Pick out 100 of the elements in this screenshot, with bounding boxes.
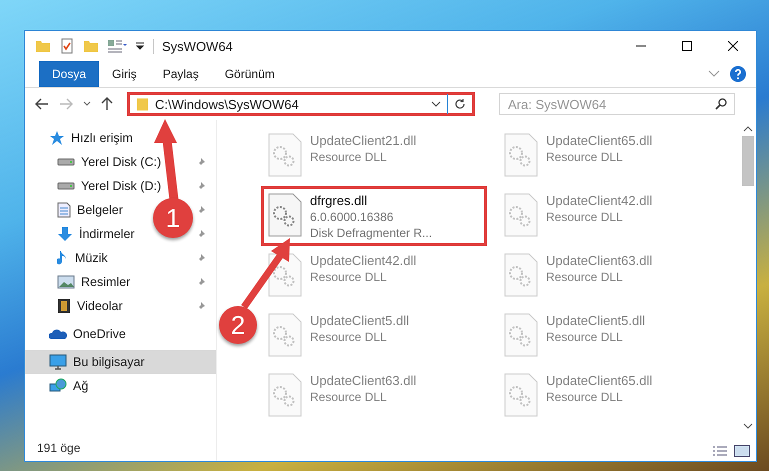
file-name: UpdateClient42.dll [310, 253, 416, 269]
dll-file-icon [268, 373, 302, 417]
file-name: UpdateClient5.dll [310, 313, 410, 329]
view-options-icon[interactable] [107, 38, 127, 54]
sidebar-item[interactable]: Videolar [25, 294, 129, 318]
sidebar-label: Müzik [75, 251, 108, 265]
back-arrow-icon[interactable] [35, 98, 49, 110]
down-chevron-icon[interactable] [742, 423, 752, 429]
file-detail: 6.0.6000.16386 [310, 209, 394, 225]
dll-file-icon [504, 313, 538, 357]
sidebar-label: Videolar [77, 299, 123, 313]
file-detail: Resource DLL [310, 329, 388, 345]
dll-file-icon [268, 313, 302, 357]
address-path: C:\Windows\SysWOW64 [155, 96, 300, 112]
file-name: UpdateClient21.dll [310, 133, 416, 149]
file-detail: Resource DLL [546, 149, 624, 165]
dll-file-icon [504, 373, 538, 417]
file-name: UpdateClient5.dll [546, 313, 646, 329]
sidebar-label: Ağ [73, 379, 88, 393]
file-item[interactable]: UpdateClient21.dll Resource DLL [261, 126, 487, 186]
file-name: UpdateClient65.dll [546, 373, 652, 389]
file-detail: Resource DLL [546, 209, 624, 225]
arrow [241, 238, 290, 310]
large-icons-view-icon[interactable] [734, 445, 750, 457]
caret-icon[interactable] [135, 41, 145, 51]
file-item[interactable]: UpdateClient42.dll Resource DLL [261, 246, 487, 306]
dll-file-icon [268, 193, 302, 237]
ribbon-tab[interactable]: Dosya [39, 61, 100, 87]
sidebar-label: Yerel Disk (C:) [81, 155, 162, 169]
sidebar-item[interactable]: Hızlı erişim [25, 126, 216, 150]
sidebar-item[interactable]: Yerel Disk (C:) [25, 150, 168, 174]
sidebar-item[interactable]: Yerel Disk (D:) [25, 174, 168, 198]
dll-file-icon [504, 133, 538, 177]
document-icon [57, 202, 71, 218]
window-title: SysWOW64 [153, 38, 233, 54]
up-arrow-icon[interactable] [101, 97, 113, 111]
sidebar-item[interactable]: Bu bilgisayar [25, 350, 216, 374]
address-bar[interactable]: C:\Windows\SysWOW64 [127, 92, 475, 116]
sidebar-item[interactable]: Resimler [25, 270, 136, 294]
film-icon [57, 298, 71, 314]
scrollbar-thumb[interactable] [742, 136, 754, 186]
up-chevron-icon[interactable] [742, 126, 752, 132]
down-arrow-icon [57, 226, 73, 242]
file-item[interactable]: UpdateClient65.dll Resource DLL [497, 126, 723, 186]
sidebar-label: OneDrive [73, 327, 126, 341]
file-detail: Resource DLL [310, 269, 388, 285]
cloud-icon [49, 328, 67, 340]
file-name: UpdateClient63.dll [310, 373, 416, 389]
music-note-icon [57, 250, 69, 266]
file-item[interactable]: UpdateClient65.dll Resource DLL [497, 366, 723, 426]
sidebar-item[interactable]: Ağ [25, 374, 216, 398]
close-icon[interactable] [728, 41, 738, 51]
sidebar-label: Hızlı erişim [71, 131, 133, 145]
ribbon-tab[interactable]: Giriş [99, 61, 150, 87]
sidebar-label: Resimler [81, 275, 130, 289]
sidebar-item[interactable]: Belgeler [25, 198, 129, 222]
details-view-icon[interactable] [712, 445, 728, 457]
dll-file-icon [268, 253, 302, 297]
file-name: UpdateClient42.dll [546, 193, 652, 209]
sidebar-item[interactable]: Müzik [25, 246, 114, 270]
properties-icon[interactable] [59, 38, 75, 54]
folder-icon [136, 96, 149, 112]
drive-icon [57, 182, 75, 190]
ribbon-tab[interactable]: Görünüm [212, 61, 288, 87]
maximize-icon[interactable] [682, 41, 692, 51]
file-item[interactable]: UpdateClient63.dll Resource DLL [497, 246, 723, 306]
search-icon [715, 98, 727, 110]
sidebar-label: İndirmeler [79, 227, 135, 241]
drive-icon [57, 158, 75, 166]
search-field[interactable]: Ara: SysWOW64 [499, 93, 735, 115]
file-detail: Resource DLL [310, 149, 388, 165]
sidebar-label: Belgeler [77, 203, 123, 217]
sidebar-item[interactable]: İndirmeler [25, 222, 141, 246]
picture-icon [57, 275, 75, 289]
file-detail: Resource DLL [546, 269, 624, 285]
help-icon[interactable] [730, 66, 746, 82]
chevron-down-icon[interactable] [431, 101, 441, 107]
file-item[interactable]: UpdateClient5.dll Resource DLL [497, 306, 723, 366]
sidebar-label: Bu bilgisayar [73, 355, 145, 369]
ribbon-tab[interactable]: Paylaş [150, 61, 212, 87]
file-name: UpdateClient63.dll [546, 253, 652, 269]
network-icon [49, 378, 67, 394]
file-item[interactable]: UpdateClient42.dll Resource DLL [497, 186, 723, 246]
dll-file-icon [268, 133, 302, 177]
monitor-icon [49, 354, 67, 370]
file-detail: Resource DLL [310, 389, 388, 405]
dll-file-icon [504, 193, 538, 237]
refresh-icon[interactable] [454, 98, 466, 110]
chevron-down-icon[interactable] [83, 101, 91, 107]
file-item[interactable]: UpdateClient5.dll Resource DLL [261, 306, 487, 366]
file-detail: Resource DLL [546, 389, 624, 405]
file-item[interactable]: UpdateClient63.dll Resource DLL [261, 366, 487, 426]
dll-file-icon [504, 253, 538, 297]
file-detail: Disk Defragmenter R... [310, 225, 432, 241]
sidebar-item[interactable]: OneDrive [25, 322, 216, 346]
star-icon [49, 130, 65, 146]
file-item[interactable]: dfrgres.dll 6.0.6000.16386 Disk Defragmenter R... [261, 186, 487, 246]
file-name: UpdateClient65.dll [546, 133, 652, 149]
file-detail: Resource DLL [546, 329, 624, 345]
file-name: dfrgres.dll [310, 193, 368, 209]
